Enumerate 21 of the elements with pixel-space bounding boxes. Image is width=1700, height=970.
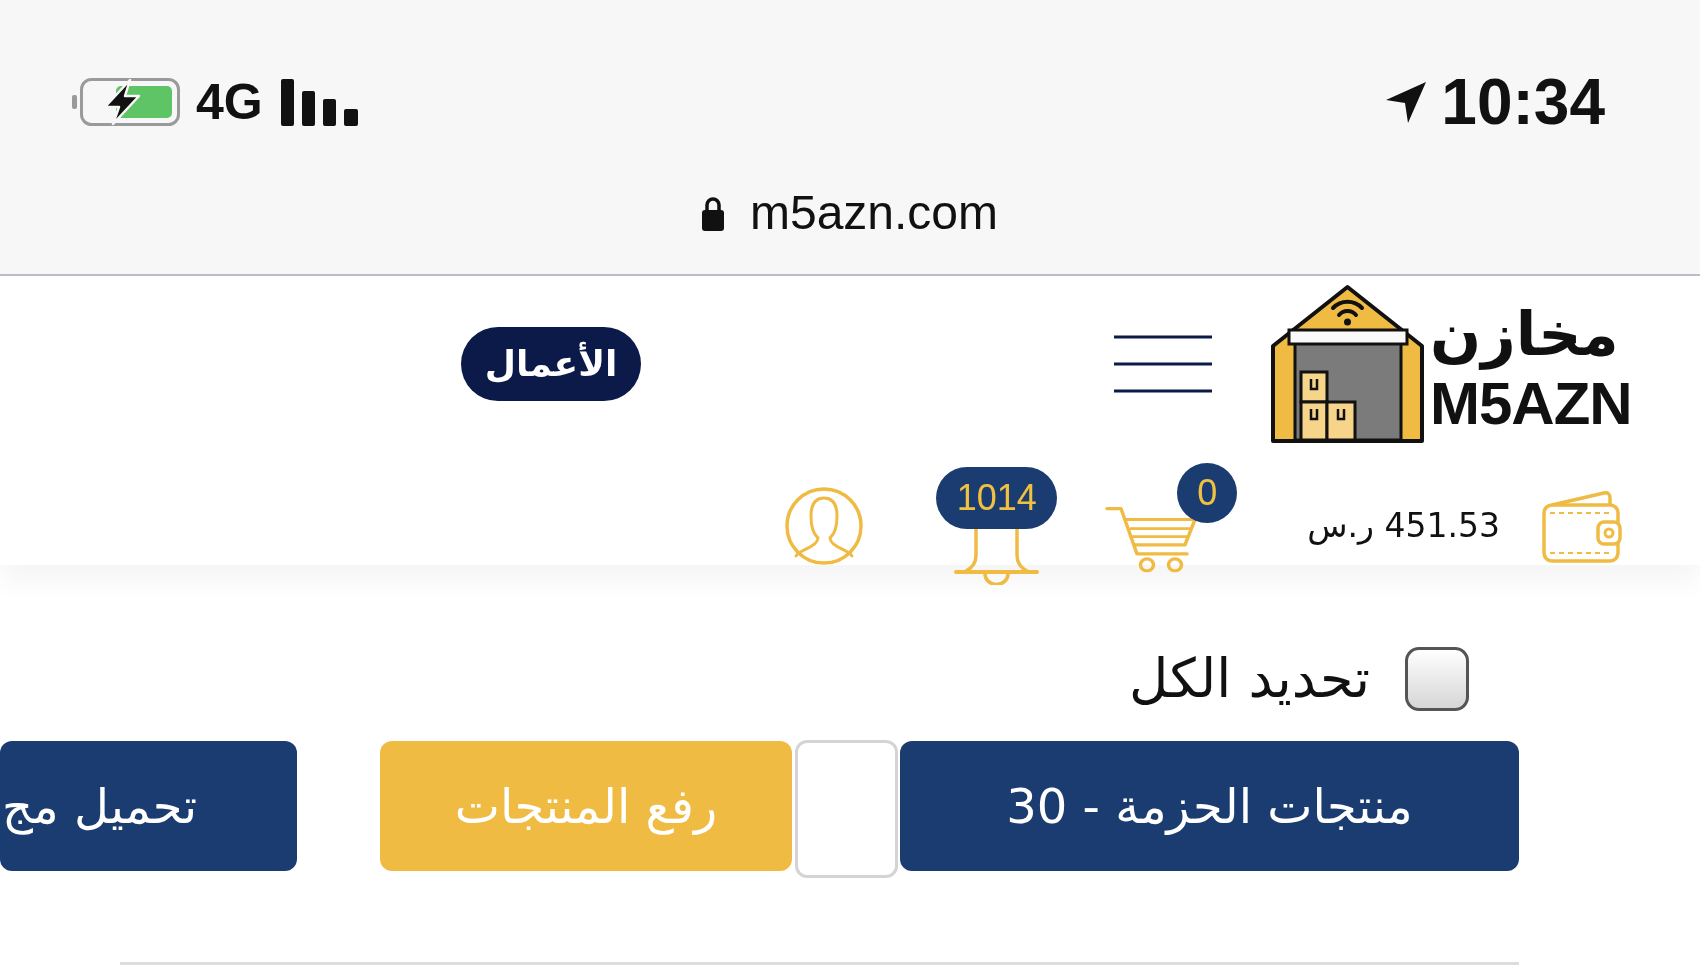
action-button[interactable]: منتجات الحزمة - 30 xyxy=(900,741,1519,871)
action-button[interactable]: تحميل مج xyxy=(0,741,297,871)
notification-count-badge: 1014 xyxy=(936,467,1058,529)
signal-icon xyxy=(280,78,358,126)
input-field[interactable] xyxy=(795,740,898,878)
select-all-label: تحديد الكل xyxy=(1129,647,1370,711)
warehouse-logo-icon xyxy=(1271,284,1424,443)
lock-icon xyxy=(701,195,724,231)
cart-count-badge: 0 xyxy=(1177,463,1238,523)
location-arrow-icon xyxy=(1384,80,1428,124)
status-time: 10:34 xyxy=(1441,70,1605,134)
business-button[interactable]: الأعمال xyxy=(461,326,641,401)
battery-icon xyxy=(72,77,180,127)
url-text: m5azn.com xyxy=(749,189,999,237)
balance-text: 451.53 ر.س xyxy=(1307,505,1500,548)
select-all-checkbox[interactable] xyxy=(1405,647,1469,711)
menu-icon[interactable] xyxy=(1114,334,1212,393)
network-label: 4G xyxy=(196,77,263,127)
logo-latin-text: M5AZN xyxy=(1430,373,1632,434)
cart-icon[interactable] xyxy=(1105,505,1198,573)
logo-arabic-text: مخازن xyxy=(1430,297,1619,372)
